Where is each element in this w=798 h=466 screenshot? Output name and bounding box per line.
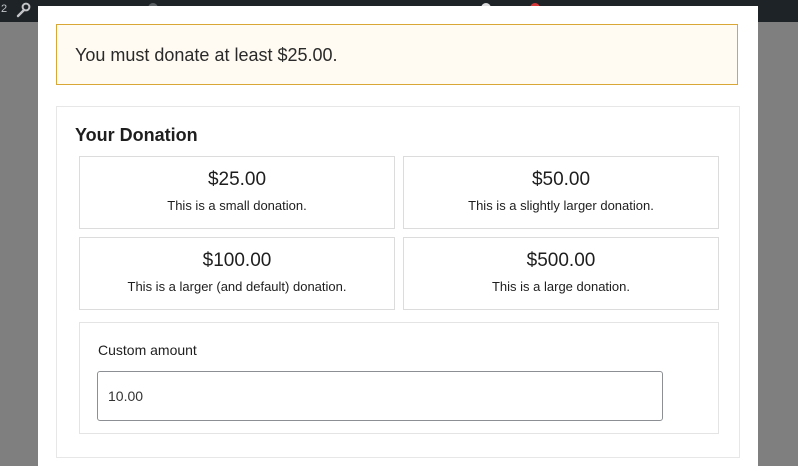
amount-description: This is a slightly larger donation.: [468, 198, 654, 213]
amount-option-500[interactable]: $500.00 This is a large donation.: [403, 237, 719, 310]
section-title: Your Donation: [75, 125, 198, 145]
amount-price: $100.00: [202, 250, 272, 271]
custom-amount-label: Custom amount: [98, 342, 197, 358]
amount-option-100[interactable]: $100.00 This is a larger (and default) d…: [79, 237, 395, 310]
amount-description: This is a small donation.: [167, 198, 307, 213]
amount-option-25[interactable]: $25.00 This is a small donation.: [79, 156, 395, 229]
amount-price: $25.00: [207, 169, 267, 190]
amount-description: This is a larger (and default) donation.: [127, 279, 347, 294]
amount-price: $500.00: [526, 250, 596, 271]
amount-options: $25.00 This is a small donation. $50.00 …: [79, 156, 719, 310]
donation-section: Your Donation $25.00 This is a small don…: [56, 106, 740, 458]
wrench-icon[interactable]: [14, 1, 32, 19]
donation-modal: You must donate at least $25.00. Your Do…: [38, 6, 758, 466]
amount-description: This is a large donation.: [491, 279, 631, 294]
error-notice: You must donate at least $25.00.: [56, 24, 738, 85]
custom-amount-box: Custom amount: [79, 322, 719, 434]
amount-price: $50.00: [531, 169, 591, 190]
toolbar-counter: 2: [1, 3, 8, 15]
amount-option-50[interactable]: $50.00 This is a slightly larger donatio…: [403, 156, 719, 229]
notice-message: You must donate at least $25.00.: [75, 45, 338, 65]
custom-amount-input[interactable]: [97, 371, 663, 421]
